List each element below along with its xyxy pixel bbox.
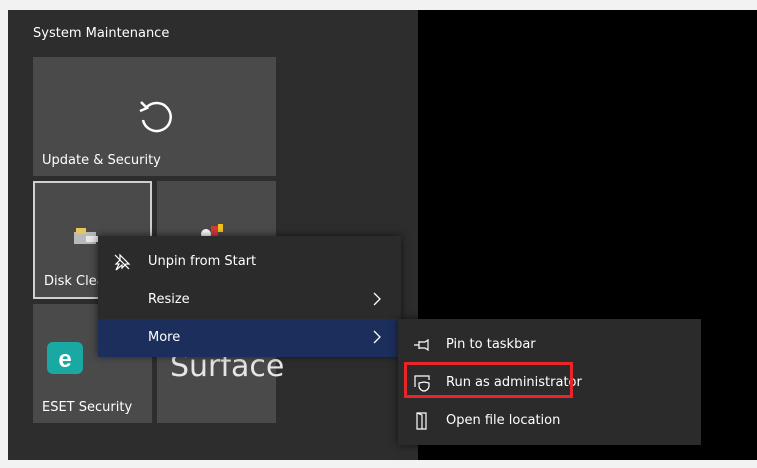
folder-location-icon bbox=[416, 412, 427, 430]
menu-item-label: Unpin from Start bbox=[148, 254, 257, 269]
menu-item-label: Resize bbox=[148, 292, 190, 307]
menu-item-open-location[interactable]: Open file location bbox=[398, 402, 701, 440]
menu-item-label: Pin to taskbar bbox=[446, 337, 536, 352]
menu-item-label: Open file location bbox=[446, 413, 561, 428]
tile-label: ESET Security bbox=[42, 400, 133, 415]
annotation-highlight bbox=[404, 362, 573, 398]
menu-item-resize[interactable]: Resize bbox=[98, 281, 401, 319]
chevron-right-icon bbox=[373, 292, 381, 306]
unpin-icon bbox=[114, 253, 131, 271]
refresh-icon bbox=[139, 101, 172, 133]
menu-item-pin-taskbar[interactable]: Pin to taskbar bbox=[398, 326, 701, 364]
tile-group-title: System Maintenance bbox=[33, 26, 170, 41]
context-menu: Unpin from Start Resize More bbox=[98, 236, 401, 357]
tile-label: Disk Clea bbox=[44, 274, 105, 289]
menu-item-unpin[interactable]: Unpin from Start bbox=[98, 243, 401, 281]
svg-text:e: e bbox=[58, 346, 71, 373]
menu-item-more[interactable]: More bbox=[98, 319, 401, 357]
tile-label: Update & Security bbox=[42, 153, 161, 168]
pin-icon bbox=[414, 338, 429, 352]
menu-item-label: More bbox=[148, 330, 181, 345]
eset-logo-icon: e bbox=[47, 342, 83, 374]
chevron-right-icon bbox=[373, 330, 381, 344]
